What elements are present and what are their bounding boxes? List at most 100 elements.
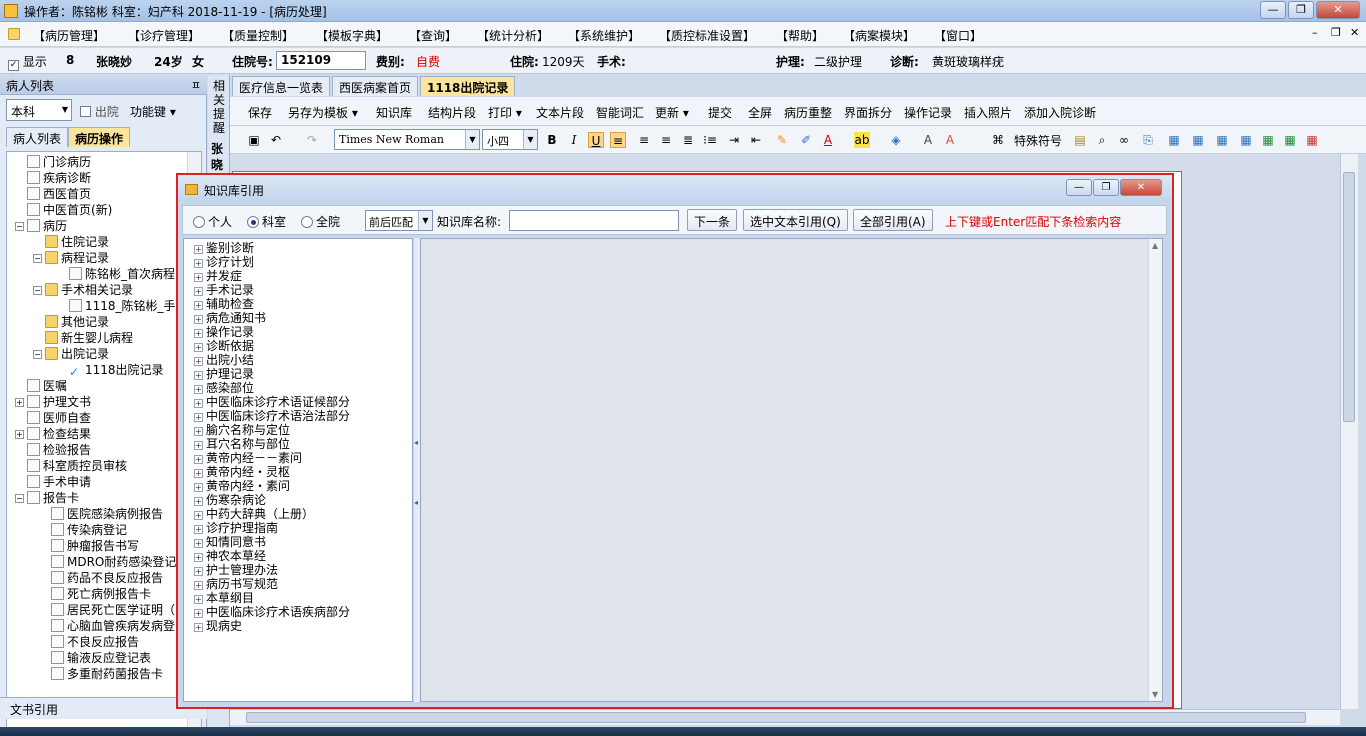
tab-patient-list[interactable]: 病人列表 xyxy=(6,127,69,147)
highlight-icon[interactable]: ab xyxy=(854,132,870,148)
note-icon[interactable]: ▤ xyxy=(1072,132,1088,148)
cite-selected-button[interactable]: 选中文本引用(Q) xyxy=(743,209,848,231)
expand-icon[interactable]: + xyxy=(194,301,203,310)
shrink-font-icon[interactable]: A xyxy=(942,132,958,148)
tree-item[interactable]: 门诊病历 xyxy=(27,154,91,170)
knowledge-item[interactable]: + 知情同意书 xyxy=(194,535,266,549)
admission-no-field[interactable]: 152109 xyxy=(276,51,366,70)
expand-icon[interactable]: + xyxy=(194,273,203,282)
knowledge-item[interactable]: + 中药大辞典（上册） xyxy=(194,507,314,521)
merge-cell-icon[interactable]: ▦ xyxy=(1238,132,1254,148)
tree-item[interactable]: 医嘱 xyxy=(27,378,67,394)
discharged-toggle[interactable]: 出院 xyxy=(80,103,119,120)
tree-item[interactable]: 科室质控员审核 xyxy=(27,458,127,474)
tree-item[interactable]: 不良反应报告 xyxy=(51,634,139,650)
knowledge-item[interactable]: + 腧穴名称与定位 xyxy=(194,423,290,437)
scrollbar-thumb[interactable] xyxy=(1343,172,1355,422)
replace-icon[interactable]: ⎘ xyxy=(1140,132,1156,148)
expand-icon[interactable]: + xyxy=(194,511,203,520)
scroll-down-icon[interactable]: ▼ xyxy=(1152,690,1158,699)
expand-icon[interactable]: + xyxy=(194,525,203,534)
dept-select[interactable]: 本科 ▼ xyxy=(6,99,72,121)
italic-icon[interactable]: I xyxy=(566,132,582,148)
expand-icon[interactable]: + xyxy=(194,427,203,436)
pencil-icon[interactable]: ✎ xyxy=(774,132,790,148)
collapse-icon[interactable]: − xyxy=(15,494,24,503)
submit-button[interactable]: 提交 xyxy=(708,104,732,121)
operation-log-button[interactable]: 操作记录 xyxy=(904,104,952,121)
menu-help[interactable]: 【帮助】 xyxy=(776,27,824,44)
knowledge-item[interactable]: + 中医临床诊疗术语证候部分 xyxy=(194,395,350,409)
expand-icon[interactable]: + xyxy=(194,567,203,576)
tree-item[interactable]: 出院记录 xyxy=(45,346,109,362)
expand-icon[interactable]: + xyxy=(194,469,203,478)
align-left-icon[interactable]: ≡ xyxy=(610,132,626,148)
tab-record-operations[interactable]: 病历操作 xyxy=(68,127,131,147)
tree-item[interactable]: 传染病登记 xyxy=(51,522,127,538)
add-admission-diagnosis-button[interactable]: 添加入院诊断 xyxy=(1024,104,1096,121)
fullscreen-button[interactable]: 全屏 xyxy=(748,104,772,121)
menu-quality-control[interactable]: 【质量控制】 xyxy=(222,27,294,44)
expand-icon[interactable]: + xyxy=(194,259,203,268)
tree-item[interactable]: 检验报告 xyxy=(27,442,91,458)
collapse-icon[interactable]: − xyxy=(15,222,24,231)
tree-item[interactable]: 病历 xyxy=(27,218,67,234)
tree-item[interactable]: ✓ 1118出院记录 xyxy=(69,362,164,379)
collapse-icon[interactable]: − xyxy=(33,254,42,263)
table-props-icon[interactable]: ▦ xyxy=(1166,132,1182,148)
underline-icon[interactable]: U xyxy=(588,132,604,148)
print-button[interactable]: 打印 ▾ xyxy=(488,104,522,121)
fill-color-icon[interactable]: ◈ xyxy=(888,132,904,148)
match-mode-select[interactable]: 前后匹配 ▼ xyxy=(365,210,433,231)
grow-font-icon[interactable]: A xyxy=(920,132,936,148)
knowledge-item[interactable]: + 诊疗计划 xyxy=(194,255,254,269)
scope-personal-radio[interactable]: 个人 xyxy=(193,213,232,230)
knowledge-item[interactable]: + 本草纲目 xyxy=(194,591,254,605)
knowledge-item[interactable]: + 神农本草经 xyxy=(194,549,266,563)
mdi-close-button[interactable]: ✕ xyxy=(1350,26,1359,39)
tree-item[interactable]: 护理文书 xyxy=(27,394,91,410)
expand-icon[interactable]: + xyxy=(194,385,203,394)
font-family-select[interactable]: Times New Roman ▼ xyxy=(334,129,480,150)
tree-item[interactable]: 多重耐药菌报告卡 xyxy=(51,666,163,682)
hscrollbar-thumb[interactable] xyxy=(246,712,1306,723)
font-size-select[interactable]: 小四 ▼ xyxy=(482,129,538,150)
knowledge-content[interactable]: ▲ ▼ xyxy=(420,238,1163,702)
knowledge-item[interactable]: + 伤寒杂病论 xyxy=(194,493,266,507)
knowledge-item[interactable]: + 病危通知书 xyxy=(194,311,266,325)
restore-button[interactable]: ❐ xyxy=(1288,1,1314,19)
knowledge-item[interactable]: + 手术记录 xyxy=(194,283,254,297)
expand-icon[interactable]: + xyxy=(194,343,203,352)
update-button[interactable]: 更新 ▾ xyxy=(655,104,689,121)
knowledge-item[interactable]: + 病历书写规范 xyxy=(194,577,278,591)
scope-hospital-radio[interactable]: 全院 xyxy=(301,213,340,230)
outdent-icon[interactable]: ⇤ xyxy=(748,132,764,148)
document-scrollbar[interactable] xyxy=(1340,154,1358,709)
font-color-icon[interactable]: A xyxy=(820,132,836,148)
dialog-restore-button[interactable]: ❐ xyxy=(1093,179,1119,196)
record-rearrange-button[interactable]: 病历重整 xyxy=(784,104,832,121)
function-key-button[interactable]: 功能键 ▾ xyxy=(130,103,176,120)
tree-item[interactable]: 中医首页(新) xyxy=(27,202,112,218)
show-toggle[interactable]: ✓ 显示 xyxy=(8,53,47,71)
tree-item[interactable]: 疾病诊断 xyxy=(27,170,91,186)
knowledge-item[interactable]: + 耳穴名称与部位 xyxy=(194,437,290,451)
scroll-up-icon[interactable]: ▲ xyxy=(1152,241,1158,250)
delete-row-icon[interactable]: ▦ xyxy=(1304,132,1320,148)
menu-treatment-mgmt[interactable]: 【诊疗管理】 xyxy=(128,27,200,44)
knowledge-item[interactable]: + 辅助检查 xyxy=(194,297,254,311)
justify-icon[interactable]: ≣ xyxy=(680,132,696,148)
search-icon[interactable]: ⌕ xyxy=(1094,132,1110,148)
knowledge-item[interactable]: + 中医临床诊疗术语治法部分 xyxy=(194,409,350,423)
expand-icon[interactable]: + xyxy=(194,623,203,632)
smart-words-button[interactable]: 智能词汇 xyxy=(596,104,644,121)
dialog-close-button[interactable]: ✕ xyxy=(1120,179,1162,196)
cell-props-icon[interactable]: ▦ xyxy=(1190,132,1206,148)
expand-icon[interactable]: + xyxy=(194,315,203,324)
knowledge-item[interactable]: + 鉴别诊断 xyxy=(194,241,254,255)
minimize-button[interactable]: — xyxy=(1260,1,1286,19)
expand-icon[interactable]: + xyxy=(194,287,203,296)
expand-icon[interactable]: + xyxy=(194,539,203,548)
knowledge-item[interactable]: + 黄帝内经－－素问 xyxy=(194,451,302,465)
align-center-icon[interactable]: ≡ xyxy=(636,132,652,148)
